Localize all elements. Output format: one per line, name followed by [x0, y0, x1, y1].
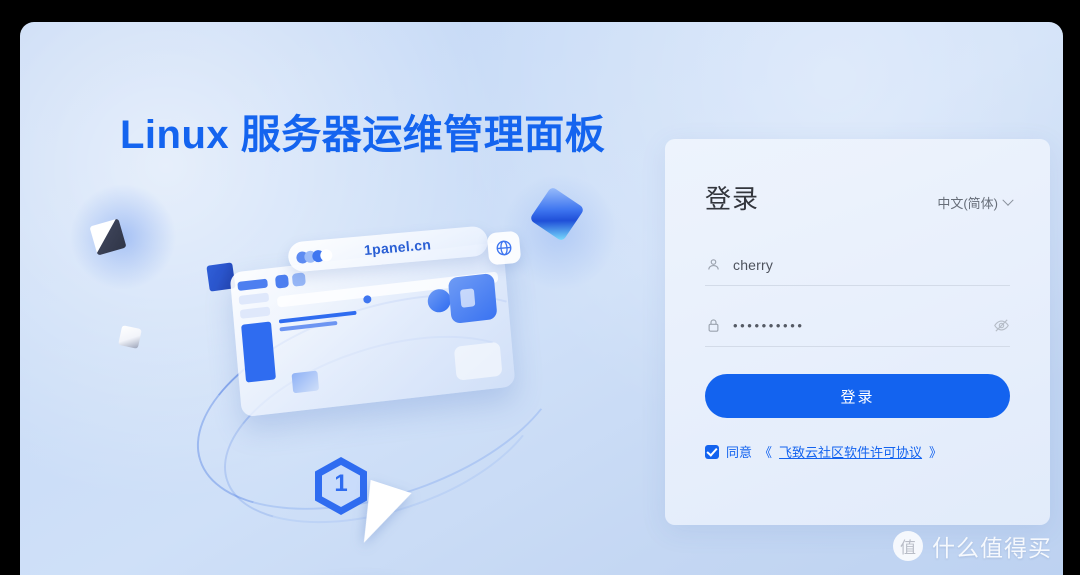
login-title: 登录 [705, 184, 760, 214]
lock-icon [705, 318, 721, 334]
password-value: •••••••••• [733, 318, 805, 333]
mock-content [274, 251, 507, 405]
mock-sidebar-block [241, 321, 276, 383]
hero-illustration: 1 1panel.cn [60, 172, 640, 559]
login-panel-header: 登录 中文(简体) [705, 179, 1014, 216]
page-title-latin: Linux [120, 113, 230, 157]
mock-sidebar-item [239, 306, 271, 319]
mock-dot [363, 294, 372, 304]
eye-slash-icon[interactable] [992, 317, 1010, 335]
language-selector[interactable]: 中文(简体) [937, 193, 1014, 212]
chevron-down-icon [1002, 194, 1014, 206]
globe-icon [486, 230, 522, 266]
page-card: Linux 服务器运维管理面板 1 1panel.cn 登录 中文(简体) ch… [20, 22, 1063, 575]
mock-line [278, 310, 357, 324]
mock-card [447, 272, 498, 324]
mock-line [279, 320, 338, 332]
mock-sidebar-item [237, 278, 268, 291]
traffic-dot [319, 248, 333, 262]
agreement-open-quote: 《 [759, 445, 773, 460]
user-icon [705, 257, 721, 273]
login-panel: 登录 中文(简体) cherry •••••••••• 登录 同意 《 飞致云社… [665, 139, 1050, 525]
mock-folder [291, 370, 320, 394]
agreement-close-quote: 》 [929, 445, 943, 460]
mock-card-secondary [453, 341, 503, 381]
username-value: cherry [733, 256, 774, 273]
watermark-text: 什么值得买 [932, 535, 1052, 561]
mock-chip [291, 272, 306, 287]
floating-cube-white-2 [118, 325, 142, 349]
mock-sidebar-item [238, 292, 270, 305]
browser-mockup [229, 241, 516, 418]
watermark: 值 什么值得买 [893, 529, 1052, 563]
login-submit-button[interactable]: 登录 [705, 374, 1010, 418]
page-title-cjk: 服务器运维管理面板 [229, 113, 606, 157]
agreement-prefix: 同意 [726, 445, 753, 460]
window-traffic-dots [295, 248, 333, 269]
mock-sidebar [237, 278, 276, 388]
agreement-row[interactable]: 同意 《 飞致云社区软件许可协议 》 [705, 442, 942, 461]
language-selector-label: 中文(简体) [937, 196, 998, 211]
mock-chip [274, 274, 289, 289]
mock-url-text: 1panel.cn [363, 236, 432, 259]
agreement-link[interactable]: 飞致云社区软件许可协议 [779, 442, 922, 461]
watermark-logo-icon: 值 [893, 531, 923, 561]
page-title: Linux 服务器运维管理面板 [120, 102, 605, 160]
username-field[interactable]: cherry [705, 244, 1010, 286]
agreement-checkbox[interactable] [705, 444, 719, 459]
onepanel-logo-numeral: 1 [334, 470, 348, 497]
password-field[interactable]: •••••••••• [705, 305, 1010, 347]
screenshot-root: Linux 服务器运维管理面板 1 1panel.cn 登录 中文(简体) ch… [0, 0, 1080, 575]
mock-circle [426, 288, 452, 314]
